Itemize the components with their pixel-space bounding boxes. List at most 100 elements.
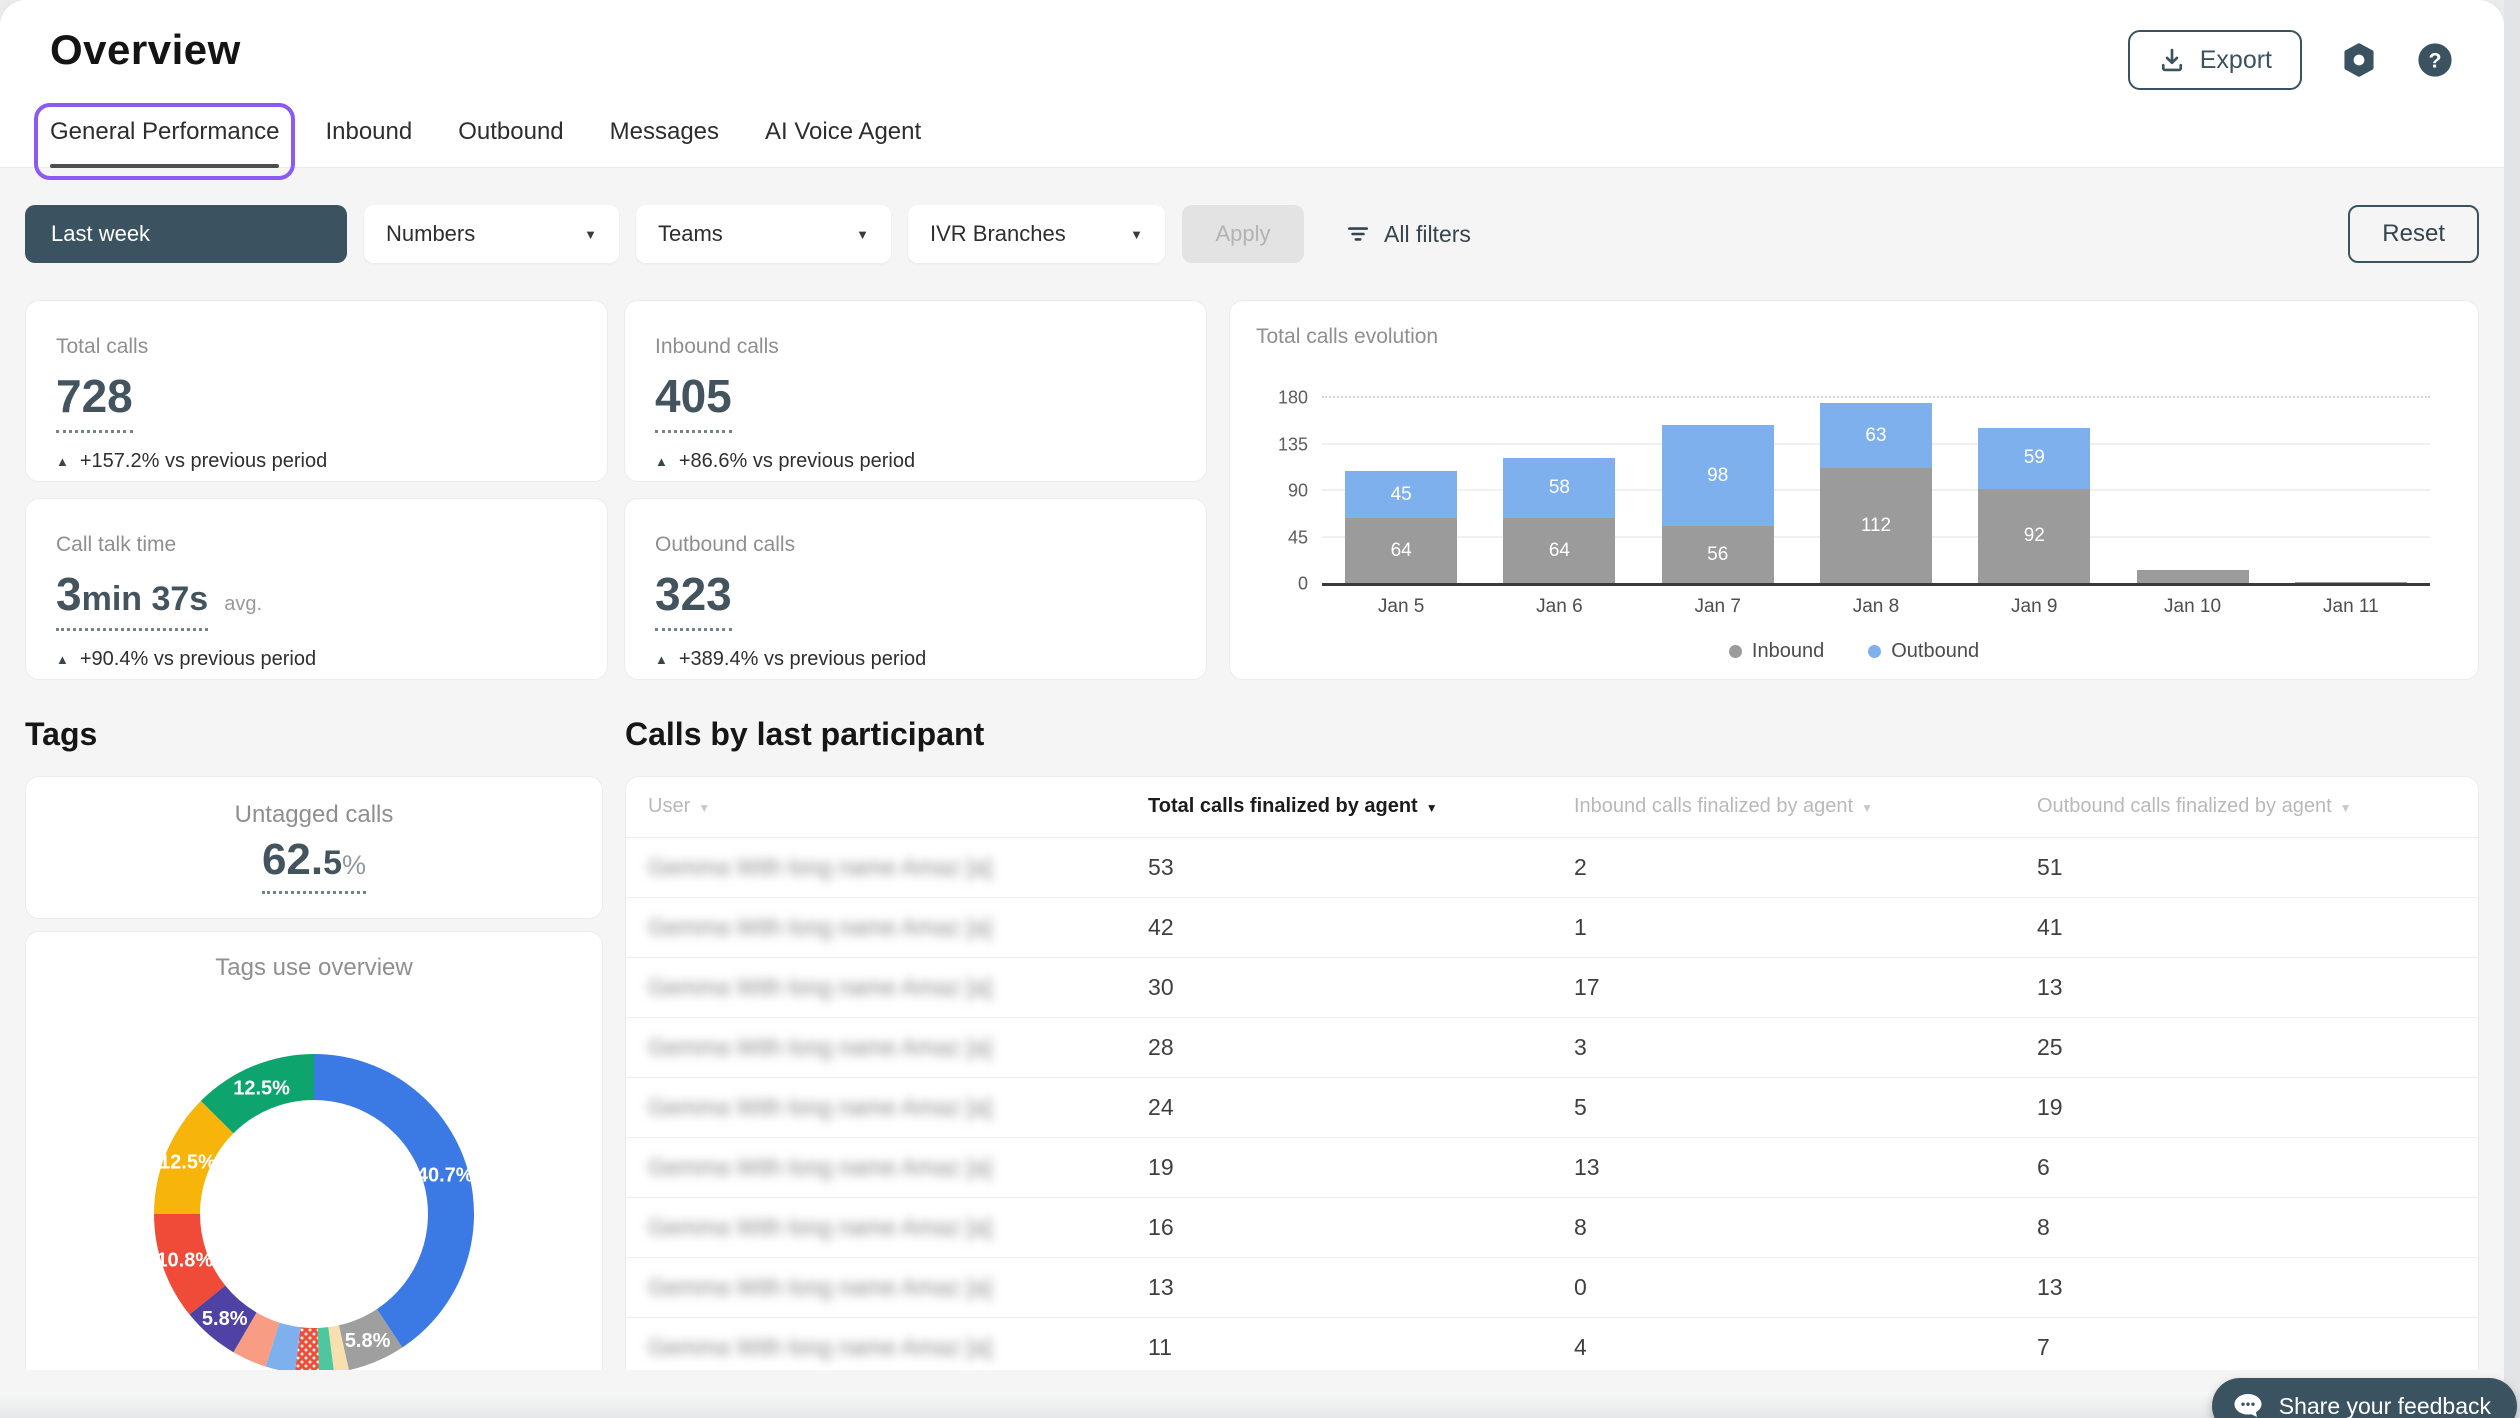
kpi-label: Outbound calls <box>655 533 1176 557</box>
all-filters-button[interactable]: All filters <box>1345 221 1471 248</box>
sort-caret-icon: ▼ <box>1861 801 1873 815</box>
filter-select-ivr-branches[interactable]: IVR Branches▼ <box>908 205 1165 263</box>
bar-jan-11[interactable]: Jan 11 <box>2295 398 2407 584</box>
bar-jan-5[interactable]: 4564Jan 5 <box>1345 398 1457 584</box>
x-axis-label: Jan 9 <box>2011 596 2057 618</box>
settings-button[interactable] <box>2340 41 2378 79</box>
screen: Overview Export <box>0 0 2520 1418</box>
bar-jan-8[interactable]: 63112Jan 8 <box>1820 398 1932 584</box>
donut-slice-0[interactable] <box>314 1054 474 1347</box>
page-title: Overview <box>50 26 241 74</box>
export-label: Export <box>2200 46 2272 75</box>
bar-plot: 045901351804564Jan 55864Jan 69856Jan 763… <box>1322 398 2430 584</box>
cell-value: 13 <box>1552 1137 2015 1197</box>
donut-slice-label: 5.8% <box>202 1308 248 1330</box>
kpi-label: Total calls <box>56 335 577 359</box>
column-header-inbound-calls-finalized-by-agent[interactable]: Inbound calls finalized by agent▼ <box>1552 777 2015 837</box>
share-feedback-button[interactable]: Share your feedback <box>2212 1378 2517 1418</box>
sort-caret-icon: ▼ <box>1426 801 1438 815</box>
table-row[interactable]: Gemma With long name Amaz [a]19136 <box>626 1137 2478 1197</box>
kpi-card-inbound-calls: Inbound calls 405 ▲+86.6% vs previous pe… <box>624 300 1207 482</box>
table-row[interactable]: Gemma With long name Amaz [a]53251 <box>626 837 2478 897</box>
bar-jan-9[interactable]: 5992Jan 9 <box>1978 398 2090 584</box>
table-row[interactable]: Gemma With long name Amaz [a]28325 <box>626 1017 2478 1077</box>
inbound-segment: 64 <box>1503 518 1615 584</box>
cell-value: 30 <box>1126 957 1552 1017</box>
delta-up-icon: ▲ <box>655 454 668 469</box>
help-button[interactable]: ? <box>2416 41 2454 79</box>
table-row[interactable]: Gemma With long name Amaz [a]301713 <box>626 957 2478 1017</box>
tab-ai-voice-agent[interactable]: AI Voice Agent <box>765 118 921 146</box>
bar-jan-7[interactable]: 9856Jan 7 <box>1662 398 1774 584</box>
tab-messages[interactable]: Messages <box>610 118 719 146</box>
period-filter-chip[interactable]: Last week <box>25 205 347 263</box>
delta-up-icon: ▲ <box>655 652 668 667</box>
bar-jan-10[interactable]: Jan 10 <box>2137 398 2249 584</box>
column-header-user[interactable]: User▼ <box>626 777 1126 837</box>
x-axis-label: Jan 10 <box>2164 596 2221 618</box>
legend-outbound[interactable]: Outbound <box>1868 640 1979 663</box>
column-label: Total calls finalized by agent <box>1148 795 1418 817</box>
tags-use-overview-card: Tags use overview 40.7%5.8%5.8%10.8%12.5… <box>25 931 603 1370</box>
cell-value: 28 <box>1126 1017 1552 1077</box>
table-row[interactable]: Gemma With long name Amaz [a]42141 <box>626 897 2478 957</box>
kpi-avg-note: avg. <box>224 593 262 616</box>
lower-area: Untagged calls 62.5% Tags use overview 4… <box>0 753 2504 1370</box>
table-row[interactable]: Gemma With long name Amaz [a]24519 <box>626 1077 2478 1137</box>
kpi-label: Inbound calls <box>655 335 1176 359</box>
export-button[interactable]: Export <box>2128 30 2302 90</box>
svg-text:?: ? <box>2428 48 2441 72</box>
y-axis-tick: 45 <box>1288 527 1308 548</box>
untagged-calls-value: 62.5% <box>262 835 366 894</box>
scrollbar[interactable] <box>2504 0 2520 1418</box>
delta-up-icon: ▲ <box>56 454 69 469</box>
inbound-segment <box>2137 570 2249 584</box>
cell-value: 25 <box>2015 1017 2478 1077</box>
donut-slice-label: 12.5% <box>159 1152 216 1174</box>
column-header-total-calls-finalized-by-agent[interactable]: Total calls finalized by agent ▼ <box>1126 777 1552 837</box>
speech-bubble-icon <box>2230 1388 2266 1418</box>
kpi-label: Call talk time <box>56 533 577 557</box>
user-name-blurred: Gemma With long name Amaz [a] <box>626 1017 1126 1077</box>
inbound-segment: 64 <box>1345 518 1457 584</box>
filter-selects: Numbers▼ Teams▼ IVR Branches▼ <box>364 205 1165 263</box>
tab-general-performance[interactable]: General Performance <box>50 118 279 146</box>
tags-heading: Tags <box>25 716 603 753</box>
column-header-outbound-calls-finalized-by-agent[interactable]: Outbound calls finalized by agent▼ <box>2015 777 2478 837</box>
bar-jan-6[interactable]: 5864Jan 6 <box>1503 398 1615 584</box>
user-name-blurred: Gemma With long name Amaz [a] <box>626 1317 1126 1370</box>
cell-value: 13 <box>2015 1257 2478 1317</box>
cell-value: 2 <box>1552 837 2015 897</box>
legend-inbound[interactable]: Inbound <box>1729 640 1824 663</box>
cell-value: 17 <box>1552 957 2015 1017</box>
apply-button[interactable]: Apply <box>1182 205 1304 263</box>
cell-value: 3 <box>1552 1017 2015 1077</box>
untagged-calls-label: Untagged calls <box>235 801 394 829</box>
filter-select-label: Numbers <box>386 221 475 247</box>
filter-select-teams[interactable]: Teams▼ <box>636 205 891 263</box>
calls-table-card: User▼Total calls finalized by agent▼Inbo… <box>625 776 2479 1370</box>
kpi-delta-text: +389.4% vs previous period <box>679 648 926 671</box>
y-axis-tick: 90 <box>1288 481 1308 502</box>
reset-button[interactable]: Reset <box>2348 205 2479 263</box>
table-row[interactable]: Gemma With long name Amaz [a]13013 <box>626 1257 2478 1317</box>
bottom-fade <box>0 1392 2504 1418</box>
kpi-card-call-talk-time: Call talk time 3min 37s avg. ▲+90.4% vs … <box>25 498 608 680</box>
donut-slice-label: 12.5% <box>233 1077 290 1099</box>
filter-lines-icon <box>1345 221 1371 247</box>
chart-legend: Inbound Outbound <box>1230 640 2478 663</box>
cell-value: 51 <box>2015 837 2478 897</box>
kpi-card-outbound-calls: Outbound calls 323 ▲+389.4% vs previous … <box>624 498 1207 680</box>
user-name-blurred: Gemma With long name Amaz [a] <box>626 957 1126 1017</box>
filter-select-numbers[interactable]: Numbers▼ <box>364 205 619 263</box>
outbound-segment: 59 <box>1978 428 2090 489</box>
cell-value: 13 <box>1126 1257 1552 1317</box>
user-name-blurred: Gemma With long name Amaz [a] <box>626 1197 1126 1257</box>
tab-inbound[interactable]: Inbound <box>325 118 412 146</box>
table-header-row: User▼Total calls finalized by agent▼Inbo… <box>626 777 2478 837</box>
tab-outbound[interactable]: Outbound <box>458 118 563 146</box>
table-row[interactable]: Gemma With long name Amaz [a]1688 <box>626 1197 2478 1257</box>
table-row[interactable]: Gemma With long name Amaz [a]1147 <box>626 1317 2478 1370</box>
cell-value: 19 <box>2015 1077 2478 1137</box>
donut-slice-label: 40.7% <box>417 1165 474 1187</box>
